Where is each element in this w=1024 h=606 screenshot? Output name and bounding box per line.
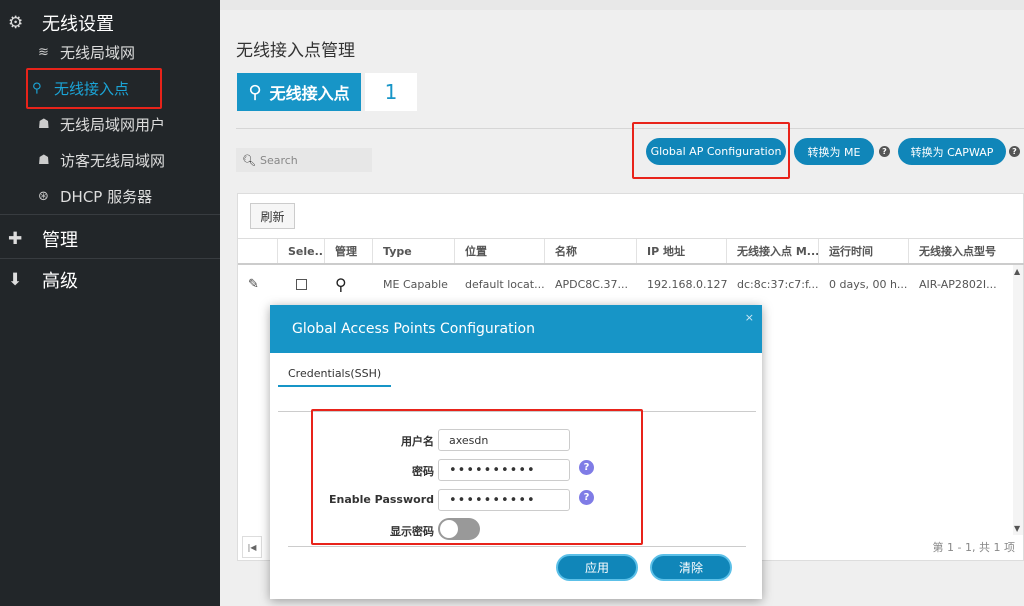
sidebar-item-label: DHCP 服务器 xyxy=(60,188,153,206)
sidebar-section-advanced[interactable]: ⬇ 高级 xyxy=(8,267,78,293)
sidebar: ⚙ 无线设置 ≋ 无线局域网 ⚲ 无线接入点 ☗ 无线局域网用户 ☗ 访客无线局… xyxy=(0,0,220,606)
sidebar-item-guest-wlan[interactable]: ☗ 访客无线局域网 xyxy=(38,150,165,171)
cell-name: APDC8C.37... xyxy=(555,277,628,291)
search-input[interactable]: 🔍︎ Search xyxy=(236,148,372,172)
apply-button[interactable]: 应用 xyxy=(556,554,638,581)
gear-icon: ⚙ xyxy=(8,13,24,33)
sidebar-item-wlan-users[interactable]: ☗ 无线局域网用户 xyxy=(38,114,165,135)
help-icon[interactable]: ? xyxy=(1009,146,1020,157)
column-header-action xyxy=(238,239,278,263)
page-title: 无线接入点管理 xyxy=(236,41,355,61)
column-header-name[interactable]: 名称 xyxy=(545,239,637,263)
close-icon[interactable]: × xyxy=(745,311,754,324)
vertical-scrollbar[interactable]: ▲ ▼ xyxy=(1013,265,1023,535)
users-icon: ☗ xyxy=(38,153,50,168)
ap-badge: ⚲ 无线接入点 xyxy=(237,73,361,111)
row-checkbox[interactable] xyxy=(296,278,307,290)
ap-count: 1 xyxy=(365,73,417,111)
table-row[interactable]: ✎ ⚲ ME Capable default locat... APDC8C.3… xyxy=(238,265,1024,303)
manage-ap-icon[interactable]: ⚲ xyxy=(325,265,373,303)
tab-credentials-ssh[interactable]: Credentials(SSH) xyxy=(278,361,392,387)
sidebar-item-dhcp[interactable]: ⊛ DHCP 服务器 xyxy=(38,186,152,207)
convert-capwap-button[interactable]: 转换为 CAPWAP xyxy=(898,138,1006,165)
cell-type: ME Capable xyxy=(383,277,448,291)
divider xyxy=(288,546,746,547)
column-header-mac[interactable]: 无线接入点 M... xyxy=(727,239,819,263)
column-header-type[interactable]: Type xyxy=(373,239,455,263)
dialog-title: Global Access Points Configuration xyxy=(292,321,535,337)
column-header-ip[interactable]: IP 地址 xyxy=(637,239,727,263)
sidebar-section-label: 无线设置 xyxy=(42,14,114,35)
sidebar-divider xyxy=(0,214,220,215)
sidebar-item-label: 访客无线局域网 xyxy=(60,152,166,170)
sidebar-section-wireless[interactable]: ⚙ 无线设置 xyxy=(8,10,114,36)
clear-button[interactable]: 清除 xyxy=(650,554,732,581)
sidebar-section-label: 管理 xyxy=(42,230,78,251)
highlight-box xyxy=(632,122,790,179)
column-header-uptime[interactable]: 运行时间 xyxy=(819,239,909,263)
cell-mac: dc:8c:37:c7:f... xyxy=(737,277,819,291)
scroll-up-icon[interactable]: ▲ xyxy=(1014,267,1020,276)
column-header-select[interactable]: Sele... xyxy=(278,239,325,263)
pager-info: 第 1 - 1, 共 1 项 xyxy=(932,541,1015,554)
sidebar-divider xyxy=(0,258,220,259)
puzzle-icon: ✚ xyxy=(8,229,23,249)
convert-me-button[interactable]: 转换为 ME xyxy=(794,138,874,165)
highlight-box xyxy=(311,409,643,545)
ap-badge-label: 无线接入点 xyxy=(269,84,350,103)
search-icon: 🔍︎ xyxy=(242,153,256,167)
sidebar-section-manage[interactable]: ✚ 管理 xyxy=(8,226,78,252)
help-icon[interactable]: ? xyxy=(879,146,890,157)
cell-model: AIR-AP2802I... xyxy=(919,277,997,291)
column-header-location[interactable]: 位置 xyxy=(455,239,545,263)
first-page-button[interactable]: |◀ xyxy=(242,536,262,558)
refresh-button[interactable]: 刷新 xyxy=(250,203,295,229)
users-icon: ☗ xyxy=(38,117,50,132)
row-select-cell xyxy=(278,265,325,303)
sidebar-item-wlan[interactable]: ≋ 无线局域网 xyxy=(38,42,135,63)
dhcp-icon: ⊛ xyxy=(38,189,49,204)
divider xyxy=(236,128,1024,129)
top-bar xyxy=(220,0,1024,10)
cell-location: default locat... xyxy=(465,277,545,291)
table-header: Sele... 管理 Type 位置 名称 IP 地址 无线接入点 M... 运… xyxy=(238,238,1024,265)
rss-icon: ≋ xyxy=(38,45,49,60)
sidebar-item-label: 无线局域网 xyxy=(60,44,136,62)
search-placeholder: Search xyxy=(259,153,298,167)
sidebar-section-label: 高级 xyxy=(42,271,78,292)
sidebar-item-label: 无线局域网用户 xyxy=(60,116,166,134)
download-icon: ⬇ xyxy=(8,270,23,290)
access-point-icon: ⚲ xyxy=(248,81,262,103)
cell-ip: 192.168.0.127 xyxy=(647,277,727,291)
highlight-box xyxy=(26,68,162,109)
cell-uptime: 0 days, 00 h... xyxy=(829,277,908,291)
dialog-header: Global Access Points Configuration xyxy=(270,305,762,353)
column-header-model[interactable]: 无线接入点型号 xyxy=(909,239,1015,263)
column-header-manage[interactable]: 管理 xyxy=(325,239,373,263)
edit-icon[interactable]: ✎ xyxy=(238,265,278,303)
scroll-down-icon[interactable]: ▼ xyxy=(1014,524,1020,533)
